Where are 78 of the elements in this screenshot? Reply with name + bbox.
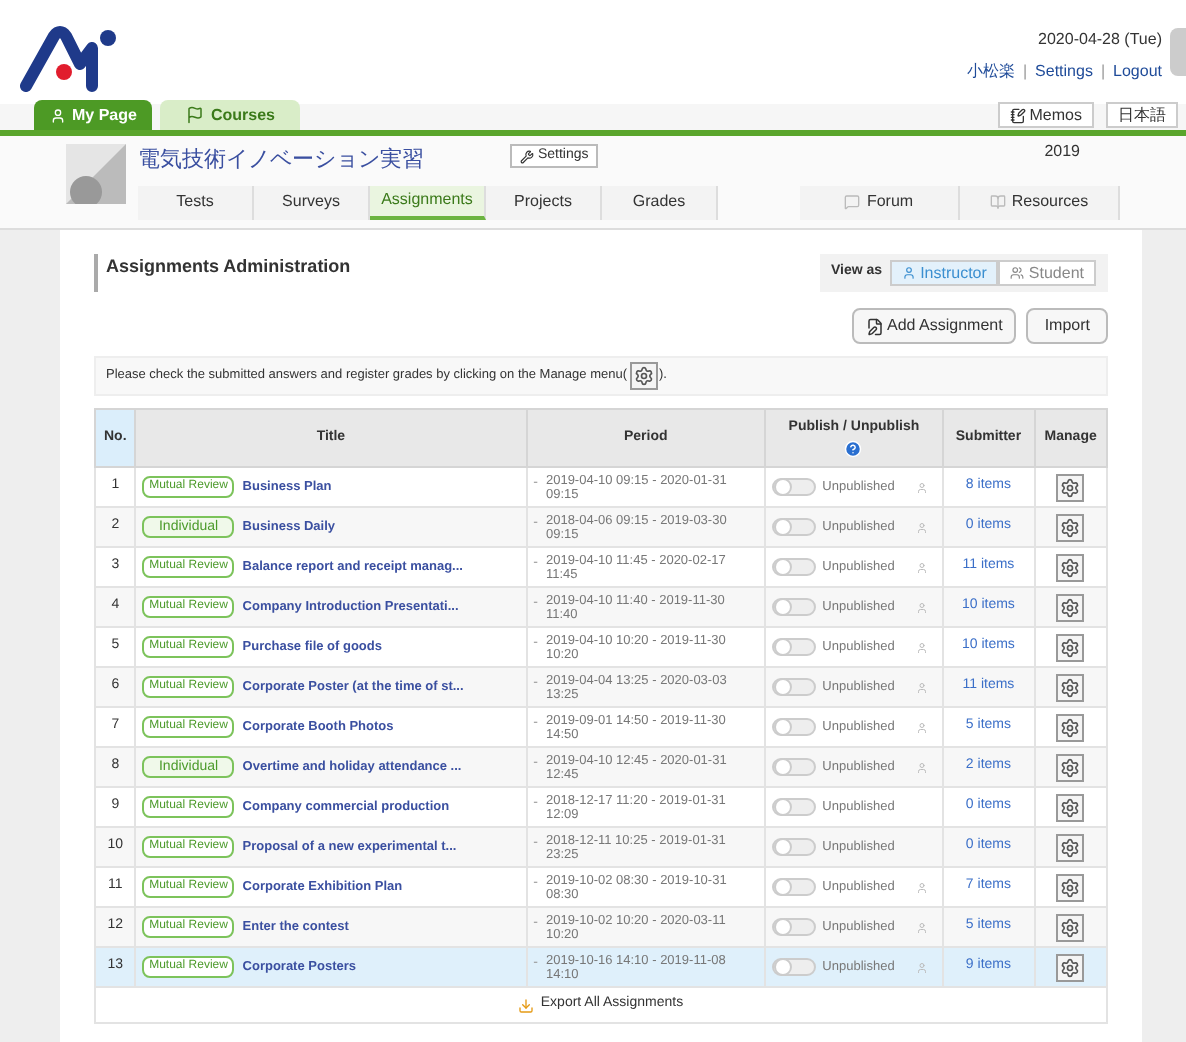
settings-icon: [1060, 677, 1081, 697]
publish-toggle[interactable]: [772, 598, 817, 616]
publish-toggle[interactable]: [772, 958, 817, 976]
view-as-option[interactable]: Student: [998, 260, 1096, 286]
course-tab[interactable]: Grades: [602, 185, 718, 219]
manage-button[interactable]: [1056, 873, 1085, 901]
publish-toggle[interactable]: [772, 918, 817, 936]
download-icon: [518, 997, 535, 1013]
user-icon: [50, 107, 66, 123]
course-tab[interactable]: Surveys: [254, 185, 370, 219]
flag-icon: [186, 106, 205, 124]
publish-toggle[interactable]: [772, 678, 817, 696]
manage-button[interactable]: [1056, 673, 1085, 701]
settings-icon: [1060, 637, 1081, 657]
publish-toggle[interactable]: [772, 558, 817, 576]
edit-icon: [865, 317, 884, 335]
publish-toggle[interactable]: [772, 838, 817, 856]
settings-icon: [633, 366, 654, 386]
logout-link[interactable]: Logout: [1113, 60, 1162, 84]
year-text: 2019: [1044, 140, 1080, 164]
settings-icon: [1060, 757, 1081, 777]
publish-toggle[interactable]: [772, 718, 817, 736]
manage-button[interactable]: [1056, 793, 1085, 821]
manage-button[interactable]: [1056, 553, 1085, 581]
settings-link[interactable]: Settings: [1035, 60, 1093, 84]
nav-tab[interactable]: Courses: [160, 100, 301, 130]
wrench-icon: [519, 149, 534, 163]
settings-icon: [1060, 877, 1081, 897]
course-tab[interactable]: Tests: [138, 185, 254, 219]
manage-button[interactable]: [1056, 753, 1085, 781]
help-icon: [844, 439, 863, 458]
user-link[interactable]: 小松楽: [966, 60, 1015, 84]
settings-icon: [1060, 957, 1081, 977]
publish-toggle[interactable]: [772, 478, 817, 496]
publish-toggle[interactable]: [772, 518, 817, 536]
manage-button[interactable]: [1056, 593, 1085, 621]
course-title: 電気技術イノベーション実習: [138, 145, 424, 176]
memo-icon: [1009, 107, 1026, 123]
nav-tab[interactable]: My Page: [34, 100, 153, 130]
separator: |: [1022, 60, 1028, 84]
import-button[interactable]: Import: [1026, 308, 1108, 344]
logo: [20, 24, 120, 92]
memos-button[interactable]: Memos: [997, 102, 1094, 128]
users-icon: [1010, 266, 1025, 280]
manage-button[interactable]: [629, 362, 658, 390]
publish-toggle[interactable]: [772, 638, 817, 656]
chat-icon: [844, 194, 861, 210]
book-icon: [989, 194, 1006, 210]
publish-toggle[interactable]: [772, 758, 817, 776]
language-button[interactable]: 日本語: [1106, 102, 1178, 128]
course-side-tab[interactable]: Resources: [960, 185, 1120, 219]
user-icon: [902, 266, 917, 280]
separator: |: [1100, 60, 1106, 84]
settings-icon: [1060, 557, 1081, 577]
settings-icon: [1060, 517, 1081, 537]
settings-icon: [1060, 797, 1081, 817]
manage-button[interactable]: [1056, 633, 1085, 661]
add-assignment-button[interactable]: Add Assignment: [851, 308, 1017, 344]
settings-icon: [1060, 717, 1081, 737]
date-text: 2020-04-28 (Tue): [1038, 28, 1162, 52]
panel-title: Assignments Administration: [94, 254, 351, 292]
course-side-tab[interactable]: Forum: [800, 185, 960, 219]
manage-button[interactable]: [1056, 833, 1085, 861]
manage-button[interactable]: [1056, 953, 1085, 981]
manage-button[interactable]: [1056, 713, 1085, 741]
course-thumbnail: [66, 144, 126, 204]
settings-icon: [1060, 917, 1081, 937]
settings-icon: [1060, 837, 1081, 857]
publish-toggle[interactable]: [772, 798, 817, 816]
manage-button[interactable]: [1056, 473, 1085, 501]
course-tab[interactable]: Projects: [486, 185, 602, 219]
settings-icon: [1060, 477, 1081, 497]
course-tab[interactable]: Assignments: [370, 185, 486, 219]
publish-toggle[interactable]: [772, 878, 817, 896]
manage-button[interactable]: [1056, 513, 1085, 541]
manage-button[interactable]: [1056, 913, 1085, 941]
avatar: [1170, 28, 1186, 76]
settings-icon: [1060, 597, 1081, 617]
